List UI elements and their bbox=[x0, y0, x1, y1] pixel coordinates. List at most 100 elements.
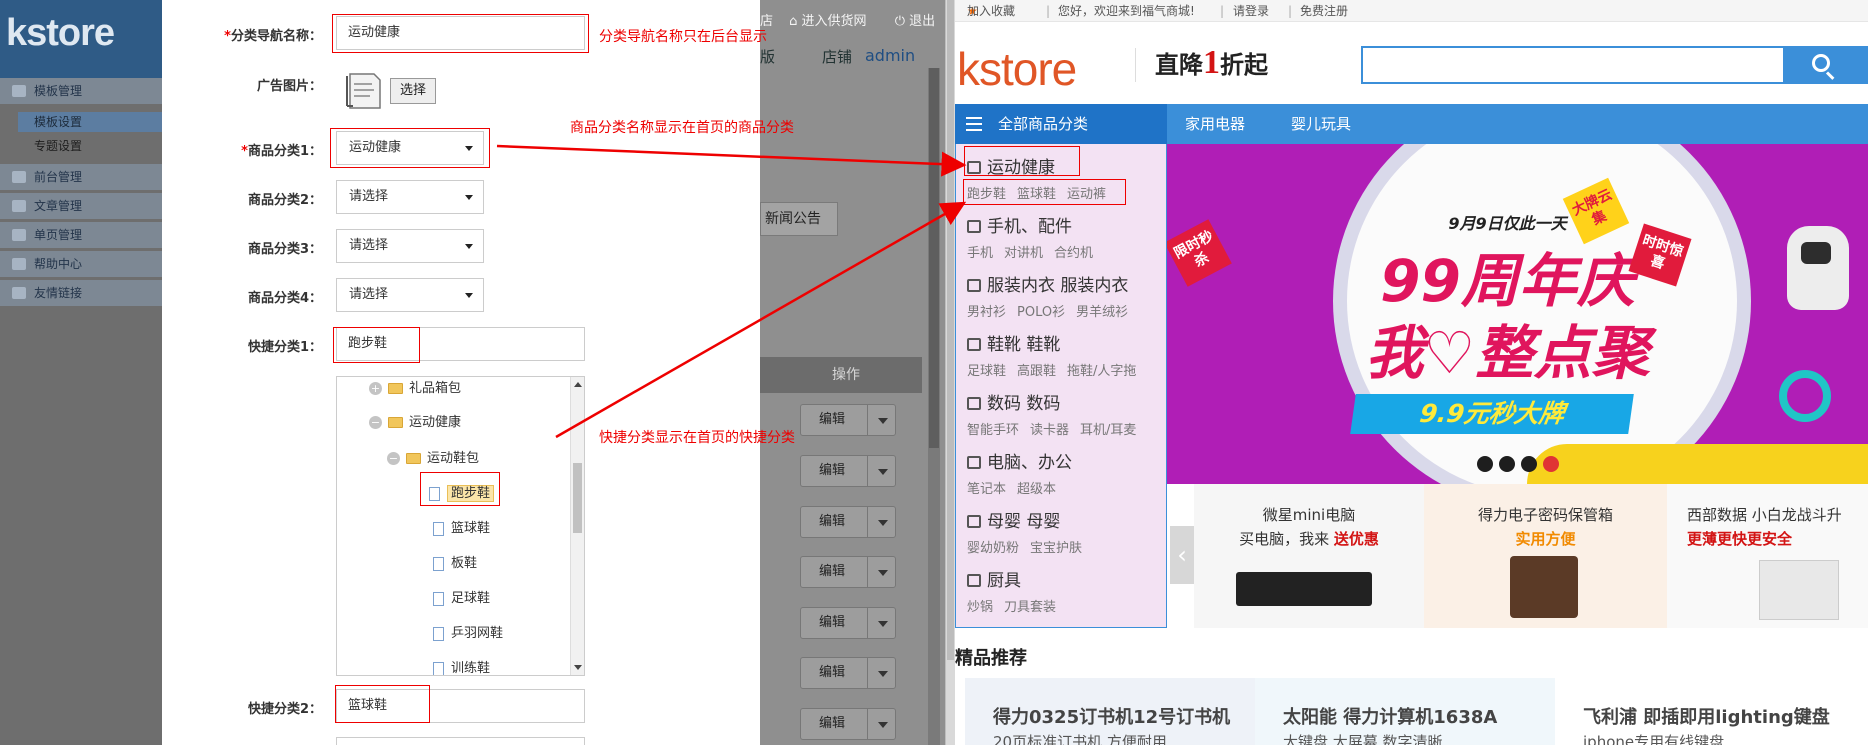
category-title-baby[interactable]: 母婴 母婴 bbox=[967, 507, 1060, 532]
sub-link[interactable]: 对讲机 bbox=[1004, 246, 1043, 261]
sub-link[interactable]: 炒锅 bbox=[967, 600, 993, 615]
edit-button[interactable]: 编辑 bbox=[800, 708, 896, 740]
admin-username[interactable]: admin bbox=[865, 46, 915, 65]
sub-link[interactable]: 男衬衫 bbox=[967, 305, 1006, 320]
register-link[interactable]: 免费注册 bbox=[1300, 0, 1348, 22]
expand-icon[interactable]: + bbox=[369, 382, 382, 395]
tree-node-training-shoes[interactable]: 训练鞋 bbox=[433, 658, 490, 675]
scroll-down-icon[interactable] bbox=[574, 665, 582, 670]
chevron-down-icon[interactable] bbox=[878, 671, 888, 677]
admin-scrollbar[interactable] bbox=[928, 68, 940, 745]
scrollbar-thumb[interactable] bbox=[947, 0, 954, 660]
chevron-down-icon[interactable] bbox=[878, 621, 888, 627]
sub-link[interactable]: 合约机 bbox=[1054, 246, 1093, 261]
sub-link[interactable]: 耳机/耳麦 bbox=[1080, 423, 1136, 438]
tree-node-football-shoes[interactable]: 足球鞋 bbox=[433, 588, 490, 610]
search-input[interactable] bbox=[1361, 46, 1783, 84]
carousel-dot-active[interactable] bbox=[1542, 456, 1559, 472]
collapse-icon[interactable]: − bbox=[387, 452, 400, 465]
chevron-down-icon[interactable] bbox=[878, 722, 888, 728]
chevron-down-icon[interactable] bbox=[878, 520, 888, 526]
sub-link[interactable]: 超级本 bbox=[1017, 482, 1056, 497]
edit-button[interactable]: 编辑 bbox=[800, 657, 896, 689]
tree-node-basketball-shoes[interactable]: 篮球鞋 bbox=[433, 518, 490, 540]
promo-prev-button[interactable]: ‹ bbox=[1170, 526, 1194, 584]
tree-scrollbar[interactable] bbox=[570, 377, 584, 675]
sidebar-section-pages[interactable]: 单页管理 bbox=[0, 222, 162, 248]
edit-button[interactable]: 编辑 bbox=[800, 455, 896, 487]
quick3-input[interactable] bbox=[336, 737, 585, 745]
sub-link[interactable]: 足球鞋 bbox=[967, 364, 1006, 379]
nav-name-input[interactable]: 运动健康 bbox=[336, 16, 585, 50]
sub-link[interactable]: 拖鞋/人字拖 bbox=[1067, 364, 1136, 379]
sub-link[interactable]: 手机 bbox=[967, 246, 993, 261]
edit-button[interactable]: 编辑 bbox=[800, 607, 896, 639]
chevron-down-icon[interactable] bbox=[878, 418, 888, 424]
scroll-up-icon[interactable] bbox=[574, 382, 582, 387]
nav-item-baby-toys[interactable]: 婴儿玩具 bbox=[1291, 104, 1351, 144]
category-title-phones[interactable]: 手机、配件 bbox=[967, 212, 1072, 237]
sub-link[interactable]: POLO衫 bbox=[1017, 305, 1065, 320]
window-divider-scrollbar[interactable] bbox=[945, 0, 955, 745]
choose-image-button[interactable]: 选择 bbox=[390, 78, 436, 104]
chevron-down-icon[interactable] bbox=[878, 570, 888, 576]
carousel-dot[interactable] bbox=[1498, 456, 1515, 472]
sidebar-section-links[interactable]: 友情链接 bbox=[0, 280, 162, 306]
carousel-dot[interactable] bbox=[1520, 456, 1537, 472]
store-logo[interactable]: kstore bbox=[957, 42, 1077, 96]
sub-link[interactable]: 运动裤 bbox=[1067, 187, 1106, 202]
collapse-icon[interactable]: − bbox=[369, 416, 382, 429]
sub-link[interactable]: 男羊绒衫 bbox=[1076, 305, 1128, 320]
quick1-input[interactable]: 跑步鞋 bbox=[336, 327, 585, 361]
quick2-input[interactable]: 篮球鞋 bbox=[336, 689, 585, 723]
search-button[interactable] bbox=[1783, 46, 1868, 84]
category-title-apparel[interactable]: 服装内衣 服装内衣 bbox=[967, 271, 1128, 296]
carousel-dot[interactable] bbox=[1476, 456, 1493, 472]
sub-link[interactable]: 刀具套装 bbox=[1004, 600, 1056, 615]
chevron-down-icon[interactable] bbox=[878, 469, 888, 475]
sub-link[interactable]: 笔记本 bbox=[967, 482, 1006, 497]
edit-button[interactable]: 编辑 bbox=[800, 506, 896, 538]
edit-button[interactable]: 编辑 bbox=[800, 556, 896, 588]
sub-link[interactable]: 高跟鞋 bbox=[1017, 364, 1056, 379]
login-link[interactable]: 请登录 bbox=[1233, 0, 1269, 22]
sidebar-section-template[interactable]: 模板管理 bbox=[0, 78, 162, 104]
edit-button[interactable]: 编辑 bbox=[800, 404, 896, 436]
tree-node-skate-shoes[interactable]: 板鞋 bbox=[433, 553, 477, 575]
sub-link[interactable]: 智能手环 bbox=[967, 423, 1019, 438]
sidebar-item-template-settings[interactable]: 模板设置 bbox=[18, 112, 162, 132]
nav-item-appliances[interactable]: 家用电器 bbox=[1185, 104, 1245, 144]
tab-news[interactable]: 新闻公告 bbox=[760, 202, 838, 236]
tree-node-running-shoes[interactable]: 跑步鞋 bbox=[429, 483, 495, 505]
sidebar-section-articles[interactable]: 文章管理 bbox=[0, 193, 162, 219]
promo-banner[interactable]: 9月9日仅此一天 99周年庆 我♡整点聚 9.9元秒大牌 限时秒杀 大牌云集 时… bbox=[1167, 144, 1868, 484]
promo-card-mini-pc[interactable]: 微星mini电脑 买电脑，我来 送优惠 bbox=[1194, 484, 1424, 628]
recommend-card[interactable]: 飞利浦 即插即用lighting键盘 iphone专用有线键盘 bbox=[1555, 678, 1868, 745]
cat2-select[interactable]: 请选择 bbox=[336, 180, 484, 214]
category-title-computers[interactable]: 电脑、办公 bbox=[967, 448, 1072, 473]
all-categories-button[interactable]: 全部商品分类 bbox=[955, 104, 1167, 144]
scrollbar-thumb[interactable] bbox=[929, 68, 939, 448]
category-title-kitchen[interactable]: 厨具 bbox=[967, 566, 1021, 591]
category-title-sports[interactable]: 运动健康 bbox=[967, 153, 1055, 178]
tree-node-gift-bags[interactable]: + 礼品箱包 bbox=[369, 378, 461, 400]
scrollbar-thumb[interactable] bbox=[573, 463, 582, 533]
sidebar-section-help[interactable]: 帮助中心 bbox=[0, 251, 162, 277]
promo-card-safe[interactable]: 得力电子密码保管箱 实用方便 bbox=[1424, 484, 1667, 628]
sub-link[interactable]: 婴幼奶粉 bbox=[967, 541, 1019, 556]
tree-node-sports-shoes-bags[interactable]: − 运动鞋包 bbox=[387, 448, 479, 470]
sub-link[interactable]: 篮球鞋 bbox=[1017, 187, 1056, 202]
admin-top-link-logout[interactable]: ⏻ 退出 bbox=[895, 14, 947, 29]
sidebar-item-topic-settings[interactable]: 专题设置 bbox=[18, 136, 162, 156]
category-title-digital[interactable]: 数码 数码 bbox=[967, 389, 1060, 414]
tree-node-badminton-shoes[interactable]: 乒羽网鞋 bbox=[433, 623, 503, 645]
category-title-shoes[interactable]: 鞋靴 鞋靴 bbox=[967, 330, 1060, 355]
sub-link[interactable]: 跑步鞋 bbox=[967, 187, 1006, 202]
promo-card-hdd[interactable]: 西部数据 小白龙战斗升 更薄更快更安全 bbox=[1667, 484, 1868, 628]
cat4-select[interactable]: 请选择 bbox=[336, 278, 484, 312]
cat3-select[interactable]: 请选择 bbox=[336, 229, 484, 263]
recommend-card[interactable]: 得力0325订书机12号订书机 20页标准订书机 方便耐用 bbox=[965, 678, 1255, 745]
sidebar-section-frontend[interactable]: 前台管理 bbox=[0, 164, 162, 190]
recommend-card[interactable]: 太阳能 得力计算机1638A 大键盘 大屏幕 数字清晰 bbox=[1255, 678, 1555, 745]
tree-node-sports-health[interactable]: − 运动健康 bbox=[369, 412, 461, 434]
